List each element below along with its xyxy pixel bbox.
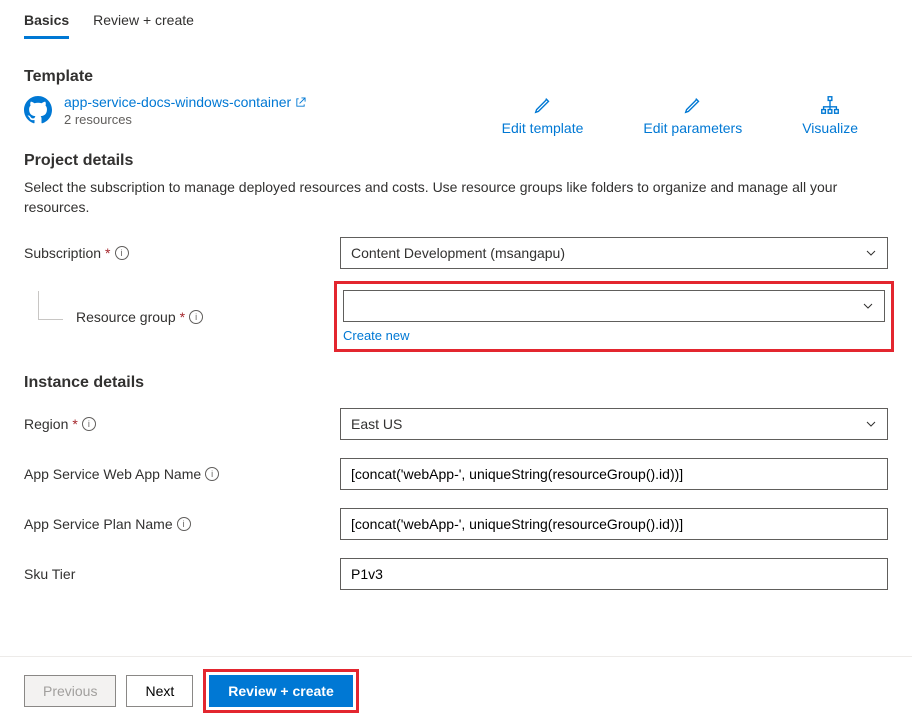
template-link-text: app-service-docs-windows-container: [64, 94, 291, 110]
visualize-label: Visualize: [802, 120, 858, 136]
tab-basics[interactable]: Basics: [24, 8, 69, 39]
sku-label: Sku Tier: [24, 566, 340, 582]
edit-parameters-action[interactable]: Edit parameters: [643, 94, 742, 136]
previous-button: Previous: [24, 675, 116, 707]
webapp-name-label-text: App Service Web App Name: [24, 466, 201, 482]
visualize-action[interactable]: Visualize: [802, 94, 858, 136]
github-icon: [24, 96, 52, 124]
webapp-name-label: App Service Web App Name i: [24, 466, 340, 482]
instance-details-heading: Instance details: [24, 374, 888, 392]
footer-bar: Previous Next Review + create: [0, 656, 912, 725]
webapp-name-input[interactable]: [340, 458, 888, 490]
info-icon[interactable]: i: [82, 417, 96, 431]
project-details-description: Select the subscription to manage deploy…: [24, 178, 888, 217]
subscription-label: Subscription * i: [24, 245, 340, 261]
sku-row: Sku Tier: [24, 558, 888, 590]
pencil-icon: [532, 94, 554, 116]
info-icon[interactable]: i: [177, 517, 191, 531]
chevron-down-icon: [862, 300, 874, 312]
region-value: East US: [351, 416, 402, 432]
chevron-down-icon: [865, 418, 877, 430]
region-select[interactable]: East US: [340, 408, 888, 440]
hierarchy-icon: [819, 94, 841, 116]
region-label-text: Region: [24, 416, 68, 432]
plan-name-label: App Service Plan Name i: [24, 516, 340, 532]
webapp-name-row: App Service Web App Name i: [24, 458, 888, 490]
info-icon[interactable]: i: [189, 310, 203, 324]
plan-name-row: App Service Plan Name i: [24, 508, 888, 540]
template-link[interactable]: app-service-docs-windows-container: [64, 94, 306, 110]
template-resources-count: 2 resources: [64, 112, 306, 127]
next-button[interactable]: Next: [126, 675, 193, 707]
subscription-select[interactable]: Content Development (msangapu): [340, 237, 888, 269]
resource-group-label-text: Resource group: [76, 309, 176, 325]
sku-label-text: Sku Tier: [24, 566, 75, 582]
external-link-icon: [295, 97, 306, 108]
required-asterisk: *: [105, 245, 110, 261]
tab-review-create[interactable]: Review + create: [93, 8, 194, 39]
required-asterisk: *: [72, 416, 77, 432]
form-content: Template app-service-docs-windows-contai…: [0, 40, 912, 590]
resource-group-highlight: Create new: [334, 281, 894, 352]
edit-template-label: Edit template: [502, 120, 584, 136]
edit-parameters-label: Edit parameters: [643, 120, 742, 136]
chevron-down-icon: [865, 247, 877, 259]
region-label: Region * i: [24, 416, 340, 432]
template-heading: Template: [24, 68, 888, 86]
info-icon[interactable]: i: [205, 467, 219, 481]
resource-group-row: Resource group * i Create new: [24, 287, 888, 346]
plan-name-input[interactable]: [340, 508, 888, 540]
sku-input[interactable]: [340, 558, 888, 590]
template-actions: Edit template Edit parameters Visualize: [502, 94, 888, 136]
template-row: app-service-docs-windows-container 2 res…: [24, 94, 888, 136]
plan-name-label-text: App Service Plan Name: [24, 516, 173, 532]
required-asterisk: *: [180, 309, 185, 325]
review-create-button[interactable]: Review + create: [209, 675, 352, 707]
review-create-highlight: Review + create: [203, 669, 358, 713]
region-row: Region * i East US: [24, 408, 888, 440]
edit-template-action[interactable]: Edit template: [502, 94, 584, 136]
subscription-row: Subscription * i Content Development (ms…: [24, 237, 888, 269]
resource-group-label: Resource group * i: [24, 309, 340, 325]
subscription-value: Content Development (msangapu): [351, 245, 565, 261]
resource-group-select[interactable]: [343, 290, 885, 322]
pencil-icon: [682, 94, 704, 116]
subscription-label-text: Subscription: [24, 245, 101, 261]
project-details-heading: Project details: [24, 152, 888, 170]
tabs-bar: Basics Review + create: [0, 0, 912, 40]
info-icon[interactable]: i: [115, 246, 129, 260]
create-new-link[interactable]: Create new: [343, 328, 885, 343]
